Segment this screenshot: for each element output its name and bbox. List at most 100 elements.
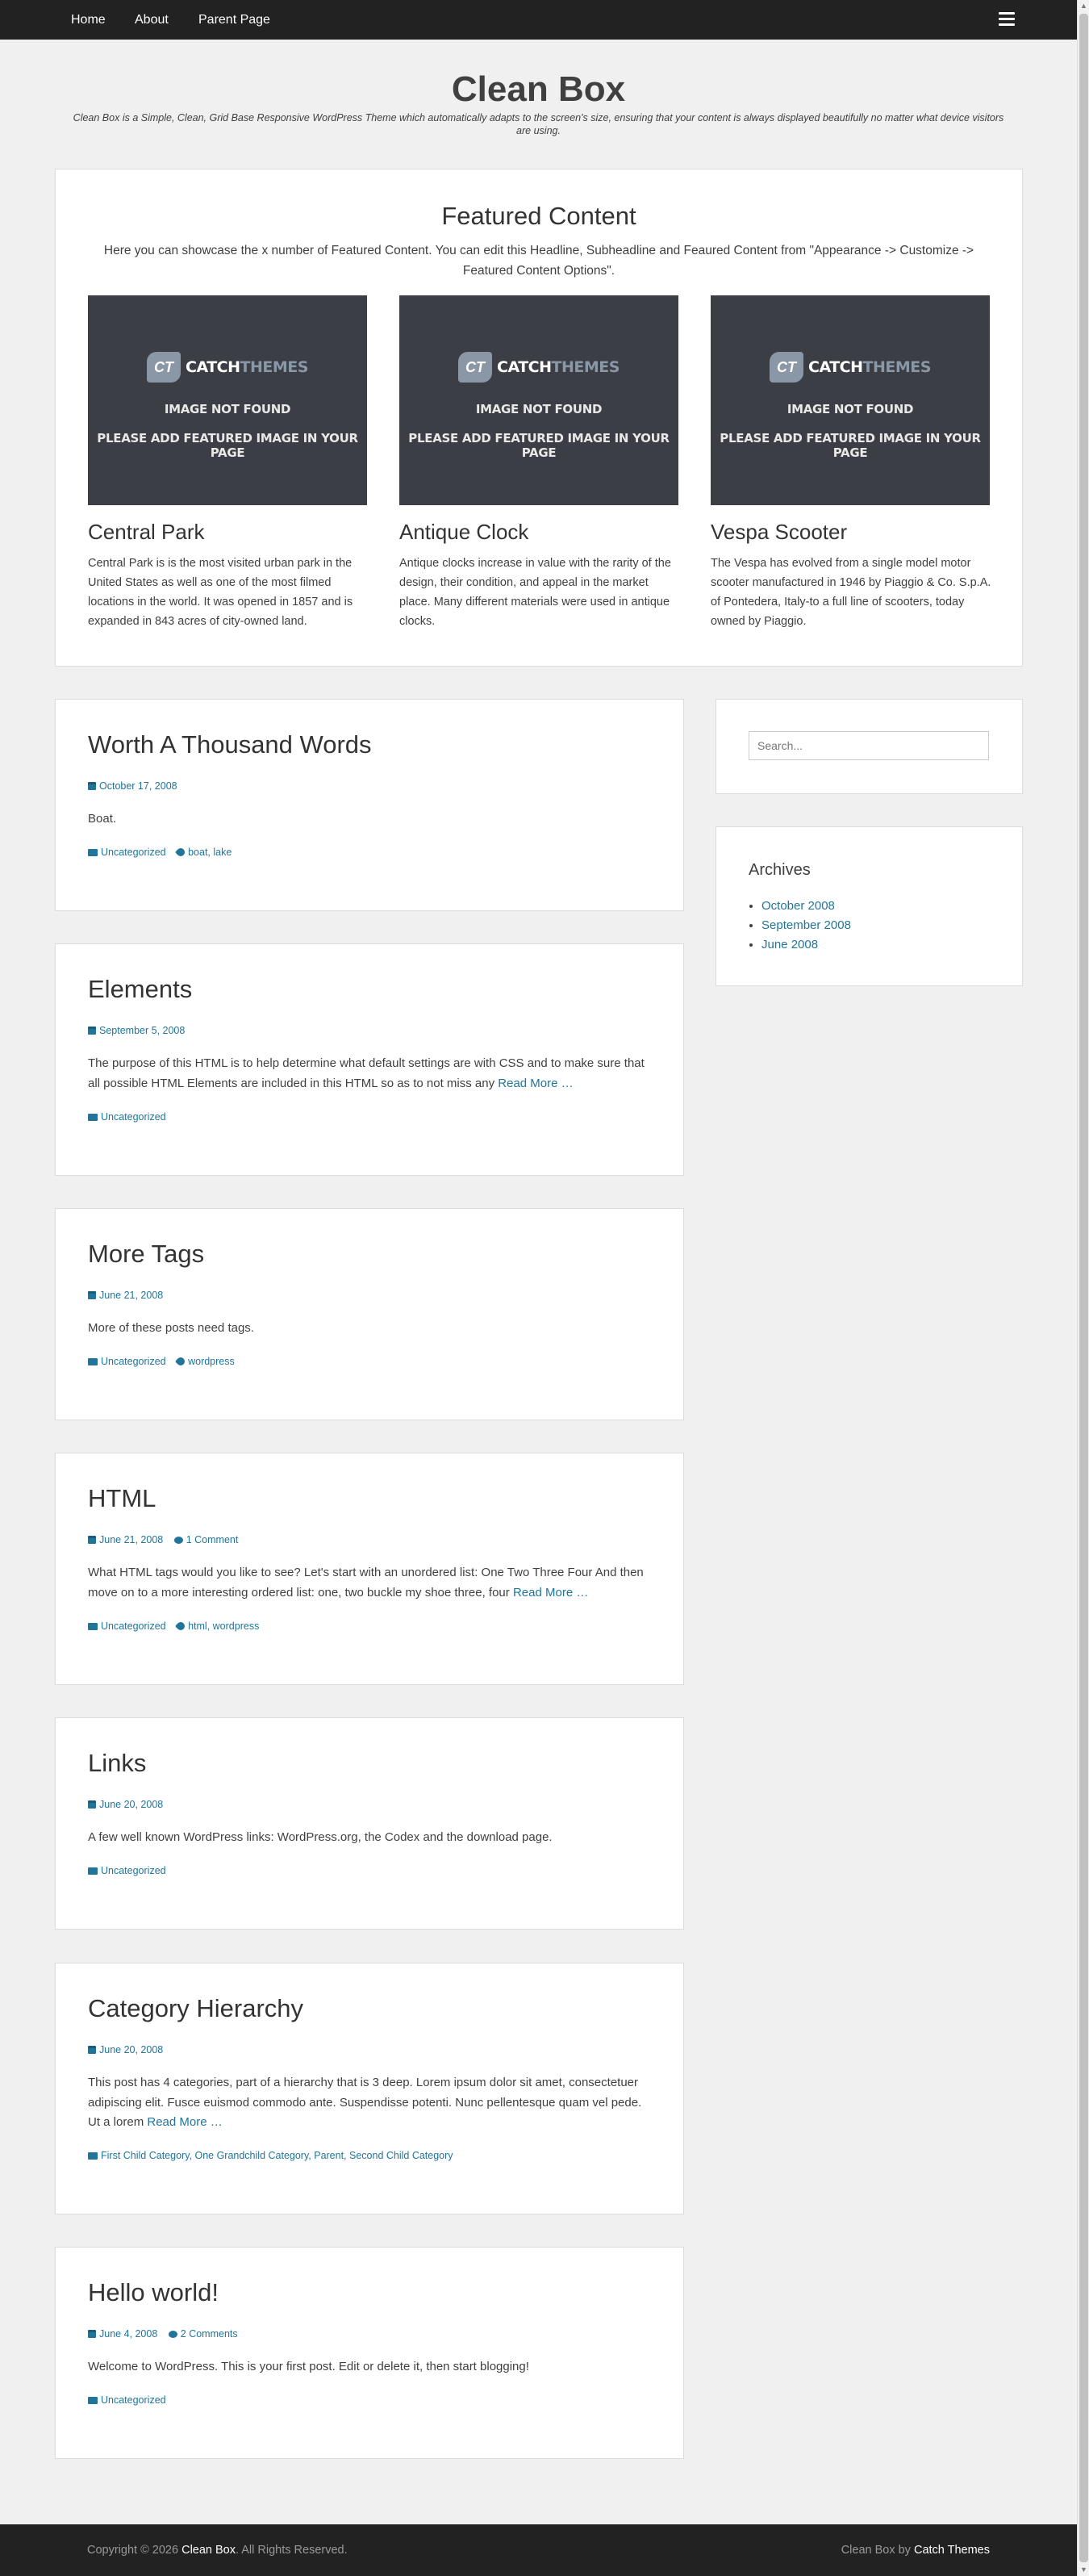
post-date[interactable]: June 21, 2008 (99, 1290, 163, 1301)
post-date[interactable]: October 17, 2008 (99, 780, 177, 792)
calendar-icon (88, 1291, 96, 1299)
featured-item-text: The Vespa has evolved from a single mode… (711, 557, 991, 628)
archive-link[interactable]: October 2008 (761, 899, 835, 913)
featured-item-title[interactable]: Antique Clock (399, 520, 528, 545)
post-tags[interactable]: wordpress (188, 1356, 235, 1367)
post-title[interactable]: Links (88, 1749, 146, 1778)
calendar-icon (88, 1027, 96, 1035)
featured-content-section: Featured Content Here you can showcase t… (55, 169, 1023, 667)
post-excerpt: The purpose of this HTML is to help dete… (88, 1056, 645, 1090)
footer-credit-link[interactable]: Catch Themes (914, 2544, 990, 2557)
read-more-link[interactable]: Read More … (513, 1586, 588, 1600)
featured-image-placeholder[interactable]: CT CATCHTHEMES IMAGE NOT FOUND PLEASE ADD… (399, 295, 678, 505)
post-footer-meta: Uncategorized (88, 1865, 174, 1876)
catch-themes-logo: CT CATCHTHEMES (711, 352, 990, 383)
comment-icon (168, 2331, 177, 2338)
post-title[interactable]: HTML (88, 1484, 156, 1513)
post-title[interactable]: Hello world! (88, 2278, 219, 2307)
post-article: Elements September 5, 2008 The purpose o… (55, 943, 684, 1176)
post-footer-meta: Uncategorized (88, 1111, 174, 1123)
tag-icon (175, 1620, 187, 1633)
featured-item-text: Central Park is is the most visited urba… (88, 557, 353, 628)
folder-icon (88, 1358, 98, 1365)
archive-link[interactable]: June 2008 (761, 938, 818, 951)
featured-item-title[interactable]: Central Park (88, 520, 205, 545)
post-footer-meta: First Child Category, One Grandchild Cat… (88, 2150, 461, 2161)
footer-credit: Clean Box by Catch Themes (841, 2544, 990, 2557)
calendar-icon (88, 2046, 96, 2054)
post-title[interactable]: Category Hierarchy (88, 1994, 303, 2023)
post-article: HTML June 21, 2008 1 Comment What HTML t… (55, 1453, 684, 1685)
post-excerpt: More of these posts need tags. (88, 1321, 254, 1335)
featured-title: Featured Content (441, 202, 636, 230)
calendar-icon (88, 1800, 96, 1809)
post-comments[interactable]: 1 Comment (186, 1534, 239, 1545)
post-categories[interactable]: Uncategorized (101, 1111, 166, 1123)
menu-icon[interactable] (999, 12, 1015, 27)
search-input[interactable] (749, 731, 989, 760)
post-categories[interactable]: First Child Category, One Grandchild Cat… (101, 2150, 453, 2161)
post-title[interactable]: More Tags (88, 1240, 204, 1269)
post-footer-meta: Uncategorized wordpress (88, 1355, 243, 1368)
folder-icon (88, 1623, 98, 1630)
post-excerpt: Welcome to WordPress. This is your first… (88, 2360, 529, 2373)
post-title[interactable]: Elements (88, 975, 192, 1004)
folder-icon (88, 849, 98, 856)
nav-about[interactable]: About (135, 13, 169, 27)
archive-item: September 2008 (761, 916, 851, 935)
post-comments[interactable]: 2 Comments (181, 2328, 238, 2340)
post-tags[interactable]: boat, lake (188, 847, 232, 858)
featured-image-placeholder[interactable]: CT CATCHTHEMES IMAGE NOT FOUND PLEASE ADD… (88, 295, 367, 505)
nav-home[interactable]: Home (71, 13, 106, 27)
top-navigation: Home About Parent Page (0, 0, 1077, 40)
catch-themes-logo: CT CATCHTHEMES (399, 352, 678, 383)
scroll-up-icon[interactable]: ▲ (1078, 0, 1089, 12)
post-categories[interactable]: Uncategorized (101, 1620, 166, 1632)
comment-icon (173, 1537, 183, 1544)
scroll-down-icon[interactable]: ▼ (1078, 2564, 1089, 2576)
post-article: Hello world! June 4, 2008 2 Comments Wel… (55, 2247, 684, 2459)
archive-link[interactable]: September 2008 (761, 918, 851, 932)
post-meta: June 4, 2008 2 Comments (88, 2328, 246, 2340)
post-categories[interactable]: Uncategorized (101, 1865, 166, 1876)
post-categories[interactable]: Uncategorized (101, 847, 166, 858)
read-more-link[interactable]: Read More … (498, 1077, 573, 1090)
post-article: Links June 20, 2008 A few well known Wor… (55, 1717, 684, 1930)
featured-item-title[interactable]: Vespa Scooter (711, 520, 847, 545)
tag-icon (175, 846, 187, 859)
post-date[interactable]: June 21, 2008 (99, 1534, 163, 1545)
post-date[interactable]: September 5, 2008 (99, 1025, 185, 1036)
post-footer-meta: Uncategorized boat, lake (88, 846, 240, 859)
post-excerpt: What HTML tags would you like to see? Le… (88, 1566, 644, 1600)
scrollbar-thumb[interactable] (1079, 14, 1088, 2562)
nav-parent-page[interactable]: Parent Page (198, 13, 270, 27)
page-scrollbar[interactable]: ▲ ▼ (1077, 0, 1089, 2576)
footer-copyright: Copyright © 2026 Clean Box. All Rights R… (87, 2544, 348, 2557)
post-tags[interactable]: html, wordpress (188, 1620, 259, 1632)
archive-item: June 2008 (761, 935, 851, 955)
post-meta: October 17, 2008 (88, 780, 186, 792)
featured-item-text: Antique clocks increase in value with th… (399, 557, 671, 628)
search-widget (716, 699, 1023, 794)
post-footer-meta: Uncategorized (88, 2394, 174, 2406)
post-date[interactable]: June 20, 2008 (99, 1799, 163, 1810)
post-categories[interactable]: Uncategorized (101, 1356, 166, 1367)
post-article: More Tags June 21, 2008 More of these po… (55, 1208, 684, 1420)
tag-icon (175, 1355, 187, 1368)
post-footer-meta: Uncategorized html, wordpress (88, 1620, 267, 1633)
post-article: Category Hierarchy June 20, 2008 This po… (55, 1963, 684, 2214)
post-excerpt: This post has 4 categories, part of a hi… (88, 2076, 642, 2129)
catch-themes-logo: CT CATCHTHEMES (88, 352, 367, 383)
post-date[interactable]: June 20, 2008 (99, 2044, 163, 2055)
footer-site-link[interactable]: Clean Box (182, 2544, 236, 2557)
post-article: Worth A Thousand Words October 17, 2008 … (55, 699, 684, 911)
site-title[interactable]: Clean Box (0, 69, 1077, 110)
site-footer: Copyright © 2026 Clean Box. All Rights R… (0, 2524, 1077, 2576)
post-categories[interactable]: Uncategorized (101, 2394, 166, 2406)
post-meta: September 5, 2008 (88, 1025, 193, 1036)
featured-image-placeholder[interactable]: CT CATCHTHEMES IMAGE NOT FOUND PLEASE ADD… (711, 295, 990, 505)
post-date[interactable]: June 4, 2008 (99, 2328, 157, 2340)
post-title[interactable]: Worth A Thousand Words (88, 730, 372, 759)
post-meta: June 21, 2008 1 Comment (88, 1534, 246, 1545)
read-more-link[interactable]: Read More … (147, 2115, 222, 2129)
